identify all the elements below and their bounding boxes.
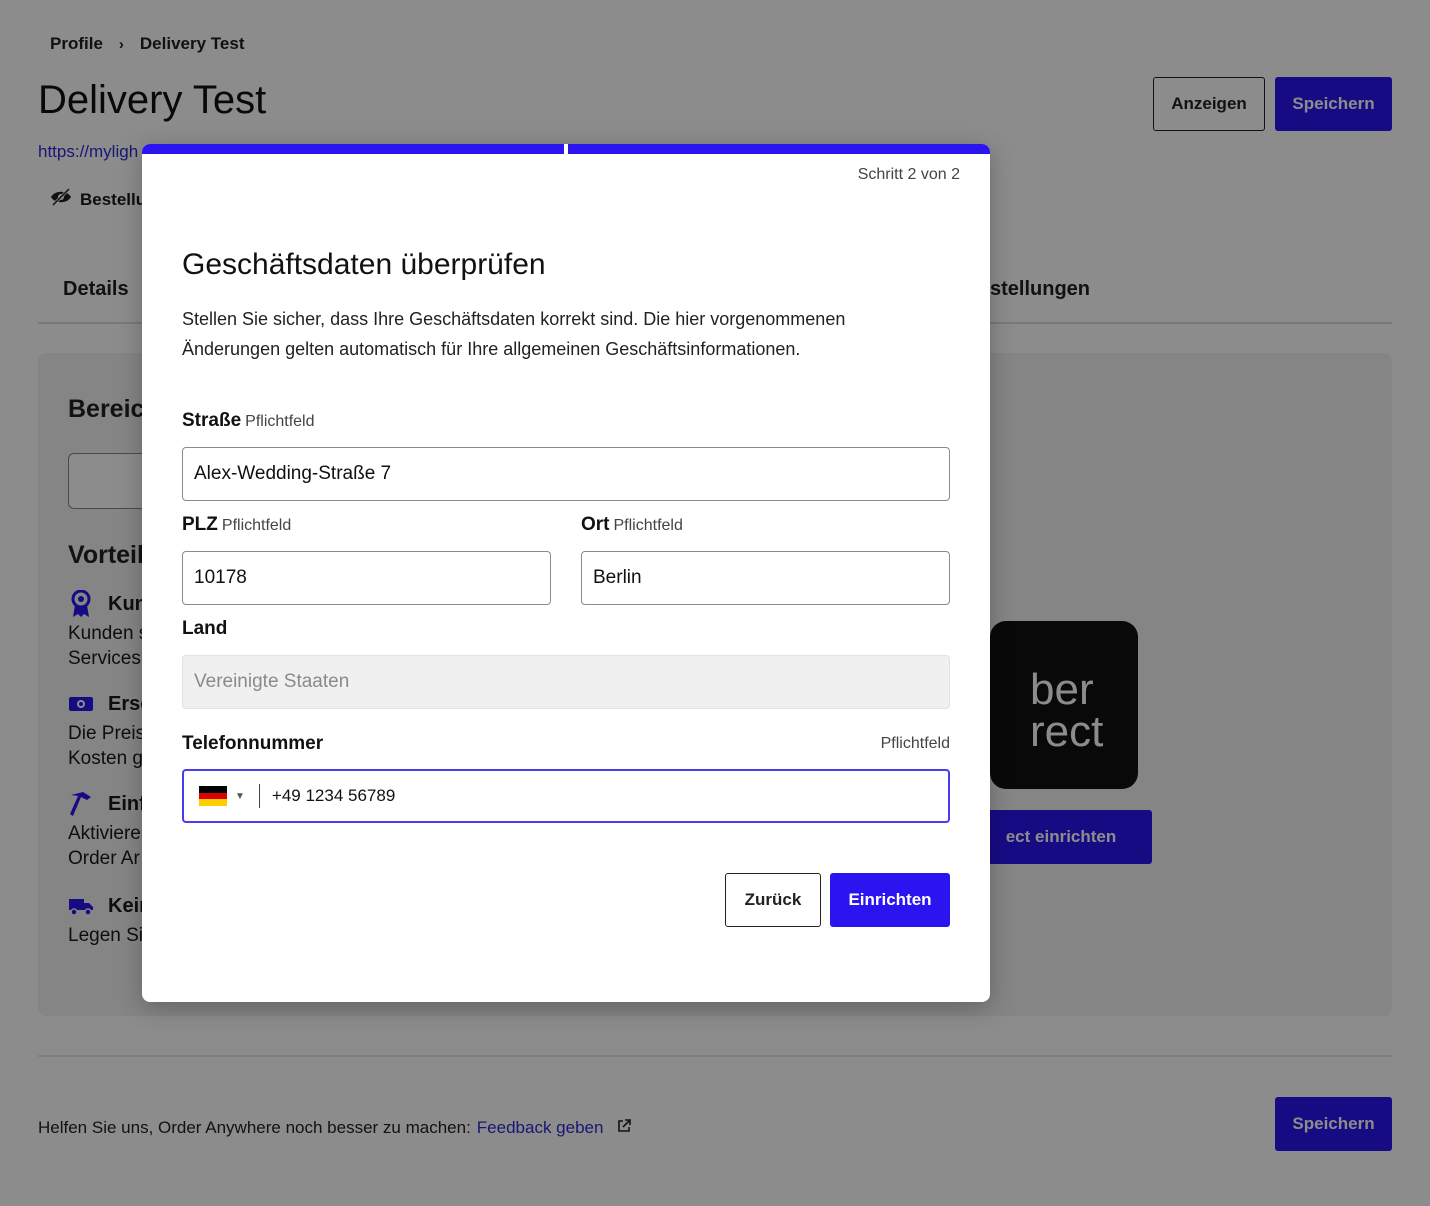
required-hint: Pflichtfeld xyxy=(245,413,315,430)
city-input[interactable] xyxy=(581,551,950,605)
country-input xyxy=(182,655,950,709)
caret-down-icon: ▼ xyxy=(235,790,245,802)
progress-step-1 xyxy=(142,144,564,154)
progress-step-2 xyxy=(568,144,990,154)
dialog-description: Stellen Sie sicher, dass Ihre Geschäftsd… xyxy=(182,309,846,359)
phone-input[interactable] xyxy=(271,776,872,816)
zip-input[interactable] xyxy=(182,551,551,605)
step-indicator: Schritt 2 von 2 xyxy=(857,166,960,183)
street-input[interactable] xyxy=(182,447,950,501)
step-progress-bar xyxy=(142,144,990,154)
required-hint: Pflichtfeld xyxy=(613,517,683,534)
dialog-title: Geschäftsdaten überprüfen xyxy=(182,248,546,281)
phone-divider xyxy=(258,784,260,808)
setup-button[interactable]: Einrichten xyxy=(830,873,950,927)
flag-germany-icon xyxy=(199,786,227,807)
zip-label: PLZ Pflichtfeld xyxy=(182,514,292,535)
required-hint: Pflichtfeld xyxy=(880,735,950,752)
business-data-dialog: Schritt 2 von 2 Geschäftsdaten überprüfe… xyxy=(142,144,990,1002)
phone-label: Telefonnummer xyxy=(182,733,324,754)
required-hint: Pflichtfeld xyxy=(221,517,292,534)
country-code-select[interactable]: ▼ xyxy=(184,771,245,821)
country-label: Land xyxy=(182,618,228,639)
back-button[interactable]: Zurück xyxy=(725,873,821,927)
phone-field: ▼ xyxy=(182,769,950,823)
city-label: Ort Pflichtfeld xyxy=(581,514,683,535)
street-label: Straße Pflichtfeld xyxy=(182,410,315,431)
